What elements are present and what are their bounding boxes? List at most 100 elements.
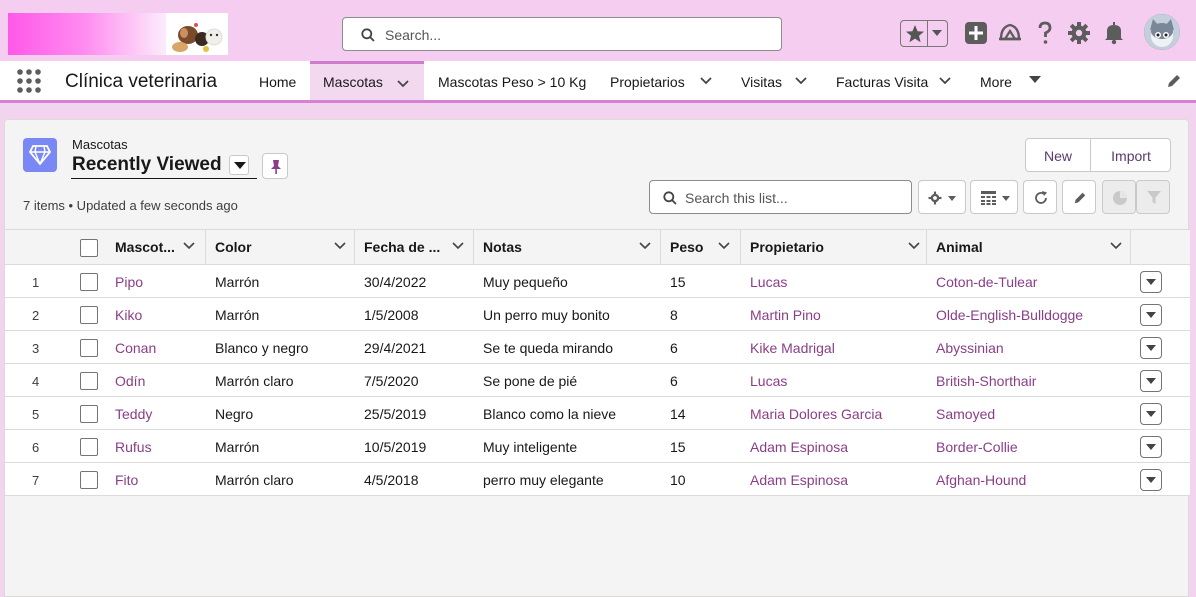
nav-tab-mascotas-peso[interactable]: Mascotas Peso > 10 Kg xyxy=(438,61,588,100)
caret-down-icon[interactable] xyxy=(1029,76,1041,84)
animal-link[interactable]: British-Shorthair xyxy=(936,373,1036,389)
table-row[interactable]: 7 Fito Marrón claro 4/5/2018 perro muy e… xyxy=(5,463,1190,496)
help-icon[interactable] xyxy=(1032,20,1058,46)
mascota-link[interactable]: Fito xyxy=(115,472,138,488)
mascota-link[interactable]: Teddy xyxy=(115,406,152,422)
new-button[interactable]: New xyxy=(1026,139,1090,171)
mascota-link[interactable]: Kiko xyxy=(115,307,142,323)
refresh-icon xyxy=(1035,191,1047,204)
list-view-switcher-button[interactable] xyxy=(229,155,249,175)
row-actions-button[interactable] xyxy=(1140,271,1162,293)
row-actions-button[interactable] xyxy=(1140,304,1162,326)
list-search[interactable] xyxy=(649,180,912,214)
column-label: Peso xyxy=(670,239,704,255)
nav-more-menu[interactable]: More xyxy=(980,61,1044,100)
nav-tab-home[interactable]: Home xyxy=(259,61,299,100)
propietario-link[interactable]: Adam Espinosa xyxy=(750,472,848,488)
row-actions-button[interactable] xyxy=(1140,370,1162,392)
row-number: 5 xyxy=(32,407,40,422)
table-row[interactable]: 1 Pipo Marrón 30/4/2022 Muy pequeño 15 L… xyxy=(5,265,1190,298)
row-actions-button[interactable] xyxy=(1140,403,1162,425)
edit-nav-icon[interactable] xyxy=(1166,73,1182,89)
table-row[interactable]: 6 Rufus Marrón 10/5/2019 Muy inteligente… xyxy=(5,430,1190,463)
list-settings-button[interactable] xyxy=(918,180,966,214)
propietario-link[interactable]: Maria Dolores Garcia xyxy=(750,406,882,422)
table-row[interactable]: 4 Odín Marrón claro 7/5/2020 Se pone de … xyxy=(5,364,1190,397)
chevron-down-icon[interactable] xyxy=(932,30,942,37)
chevron-down-icon[interactable] xyxy=(183,242,195,250)
import-button[interactable]: Import xyxy=(1091,139,1171,171)
row-checkbox[interactable] xyxy=(80,405,98,423)
row-actions-button[interactable] xyxy=(1140,469,1162,491)
chevron-down-icon[interactable] xyxy=(908,242,920,250)
row-actions-button[interactable] xyxy=(1140,436,1162,458)
chevron-down-icon[interactable] xyxy=(718,242,730,250)
star-icon[interactable] xyxy=(904,23,926,45)
column-header-animal[interactable]: Animal xyxy=(936,230,1136,264)
chevron-down-icon[interactable] xyxy=(334,242,346,250)
column-header-propietario[interactable]: Propietario xyxy=(750,230,930,264)
refresh-button[interactable] xyxy=(1023,180,1057,214)
propietario-link[interactable]: Martin Pino xyxy=(750,307,821,323)
pin-list-view-button[interactable] xyxy=(262,153,288,179)
table-row[interactable]: 3 Conan Blanco y negro 29/4/2021 Se te q… xyxy=(5,331,1190,364)
favorites-button[interactable] xyxy=(900,20,948,47)
animal-link[interactable]: Samoyed xyxy=(936,406,995,422)
chevron-down-icon[interactable] xyxy=(700,77,712,85)
animal-link[interactable]: Olde-English-Bulldogge xyxy=(936,307,1083,323)
row-actions-button[interactable] xyxy=(1140,337,1162,359)
row-number: 1 xyxy=(32,275,40,290)
list-view-name[interactable]: Recently Viewed xyxy=(72,154,222,176)
animal-link[interactable]: Abyssinian xyxy=(936,340,1004,356)
global-search-input[interactable] xyxy=(385,24,765,46)
row-checkbox[interactable] xyxy=(80,339,98,357)
propietario-link[interactable]: Kike Madrigal xyxy=(750,340,835,356)
mascota-link[interactable]: Conan xyxy=(115,340,156,356)
charts-button[interactable] xyxy=(1102,180,1136,214)
column-header-color[interactable]: Color xyxy=(215,230,355,264)
user-avatar[interactable] xyxy=(1144,14,1180,50)
nav-tab-visitas[interactable]: Visitas xyxy=(741,61,811,100)
column-header-peso[interactable]: Peso xyxy=(670,230,745,264)
chevron-down-icon[interactable] xyxy=(639,242,651,250)
add-icon[interactable] xyxy=(963,20,989,46)
animal-link[interactable]: Border-Collie xyxy=(936,439,1018,455)
nav-tab-label: Mascotas Peso > 10 Kg xyxy=(438,74,587,90)
mascota-link[interactable]: Pipo xyxy=(115,274,143,290)
app-launcher-icon[interactable] xyxy=(17,69,41,93)
column-header-fecha[interactable]: Fecha de ... xyxy=(364,230,474,264)
nav-tab-propietarios[interactable]: Propietarios xyxy=(610,61,718,100)
row-checkbox[interactable] xyxy=(80,273,98,291)
mascota-link[interactable]: Odín xyxy=(115,373,145,389)
global-search[interactable] xyxy=(342,17,782,51)
row-checkbox[interactable] xyxy=(80,471,98,489)
display-as-table-button[interactable] xyxy=(970,180,1018,214)
mascota-link[interactable]: Rufus xyxy=(115,439,152,455)
chevron-down-icon[interactable] xyxy=(452,242,464,250)
chevron-down-icon[interactable] xyxy=(397,80,409,88)
chevron-down-icon[interactable] xyxy=(1110,242,1122,250)
animal-link[interactable]: Coton-de-Tulear xyxy=(936,274,1037,290)
propietario-link[interactable]: Lucas xyxy=(750,373,787,389)
propietario-link[interactable]: Lucas xyxy=(750,274,787,290)
row-checkbox[interactable] xyxy=(80,438,98,456)
nav-tab-facturas-visita[interactable]: Facturas Visita xyxy=(836,61,956,100)
chevron-down-icon[interactable] xyxy=(795,77,807,85)
animal-link[interactable]: Afghan-Hound xyxy=(936,472,1026,488)
column-header-notas[interactable]: Notas xyxy=(483,230,663,264)
chevron-down-icon[interactable] xyxy=(939,77,951,85)
row-checkbox[interactable] xyxy=(80,306,98,324)
bell-icon[interactable] xyxy=(1101,20,1127,46)
list-search-input[interactable] xyxy=(685,188,905,208)
nav-tab-mascotas[interactable]: Mascotas xyxy=(310,61,424,100)
select-all-checkbox[interactable] xyxy=(80,239,98,257)
filter-button[interactable] xyxy=(1136,180,1170,214)
propietario-link[interactable]: Adam Espinosa xyxy=(750,439,848,455)
table-row[interactable]: 2 Kiko Marrón 1/5/2008 Un perro muy boni… xyxy=(5,298,1190,331)
trailhead-icon[interactable] xyxy=(997,20,1023,46)
gear-icon[interactable] xyxy=(1066,20,1092,46)
inline-edit-button[interactable] xyxy=(1062,180,1096,214)
table-row[interactable]: 5 Teddy Negro 25/5/2019 Blanco como la n… xyxy=(5,397,1190,430)
row-checkbox[interactable] xyxy=(80,372,98,390)
column-header-mascota[interactable]: Mascot... xyxy=(115,230,205,264)
